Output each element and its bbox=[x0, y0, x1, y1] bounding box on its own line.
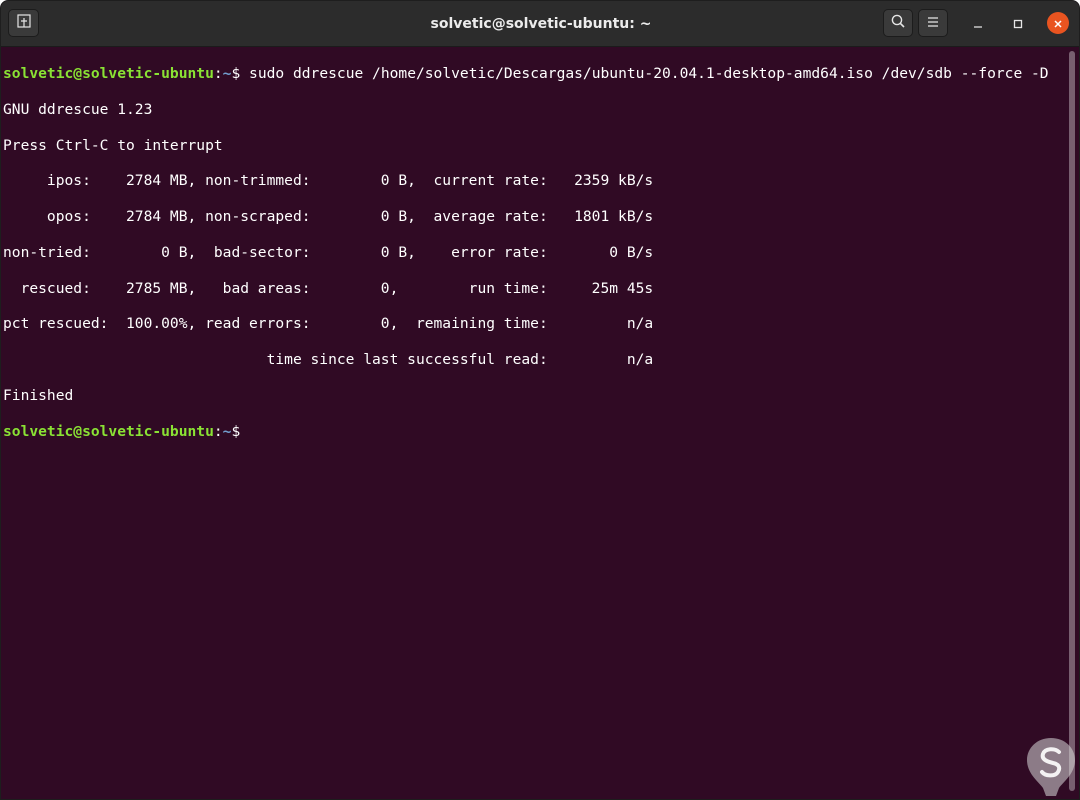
prompt-user: solvetic@solvetic-ubuntu bbox=[3, 64, 214, 82]
terminal-window: solvetic@solvetic-ubuntu: ~ solvetic@sol… bbox=[0, 0, 1080, 800]
output-line: pct rescued: 100.00%, read errors: 0, re… bbox=[3, 315, 654, 333]
output-line: non-tried: 0 B, bad-sector: 0 B, error r… bbox=[3, 243, 654, 261]
prompt-separator: : bbox=[213, 422, 223, 440]
minimize-icon bbox=[973, 14, 983, 33]
output-line: Press Ctrl-C to interrupt bbox=[3, 136, 223, 154]
output-line: Finished bbox=[3, 387, 74, 405]
menu-button[interactable] bbox=[918, 9, 948, 37]
output-line: GNU ddrescue 1.23 bbox=[3, 100, 153, 118]
prompt-user: solvetic@solvetic-ubuntu bbox=[3, 422, 214, 440]
prompt-separator: : bbox=[213, 64, 223, 82]
maximize-button[interactable] bbox=[1007, 12, 1029, 34]
command-text: sudo ddrescue /home/solvetic/Descargas/u… bbox=[240, 64, 1049, 82]
output-line: rescued: 2785 MB, bad areas: 0, run time… bbox=[3, 279, 654, 297]
prompt-dollar: $ bbox=[231, 422, 241, 440]
output-line: ipos: 2784 MB, non-trimmed: 0 B, current… bbox=[3, 172, 654, 190]
output-line: time since last successful read: n/a bbox=[3, 351, 654, 369]
hamburger-menu-icon bbox=[926, 14, 940, 33]
terminal-output[interactable]: solvetic@solvetic-ubuntu:~$ sudo ddrescu… bbox=[1, 47, 1071, 799]
output-line: opos: 2784 MB, non-scraped: 0 B, average… bbox=[3, 208, 654, 226]
close-button[interactable] bbox=[1047, 12, 1069, 34]
vertical-scrollbar[interactable] bbox=[1069, 51, 1075, 795]
final-prompt-line: solvetic@solvetic-ubuntu:~$ bbox=[3, 423, 1071, 441]
scrollbar-thumb[interactable] bbox=[1069, 51, 1075, 791]
close-icon bbox=[1053, 14, 1063, 33]
maximize-icon bbox=[1013, 14, 1023, 33]
prompt-dollar: $ bbox=[231, 64, 241, 82]
minimize-button[interactable] bbox=[967, 12, 989, 34]
solvetic-logo bbox=[1023, 736, 1079, 798]
command-line: solvetic@solvetic-ubuntu:~$ sudo ddrescu… bbox=[3, 65, 1071, 83]
title-bar[interactable]: solvetic@solvetic-ubuntu: ~ bbox=[1, 1, 1079, 47]
search-button[interactable] bbox=[883, 9, 913, 37]
search-icon bbox=[890, 13, 906, 33]
